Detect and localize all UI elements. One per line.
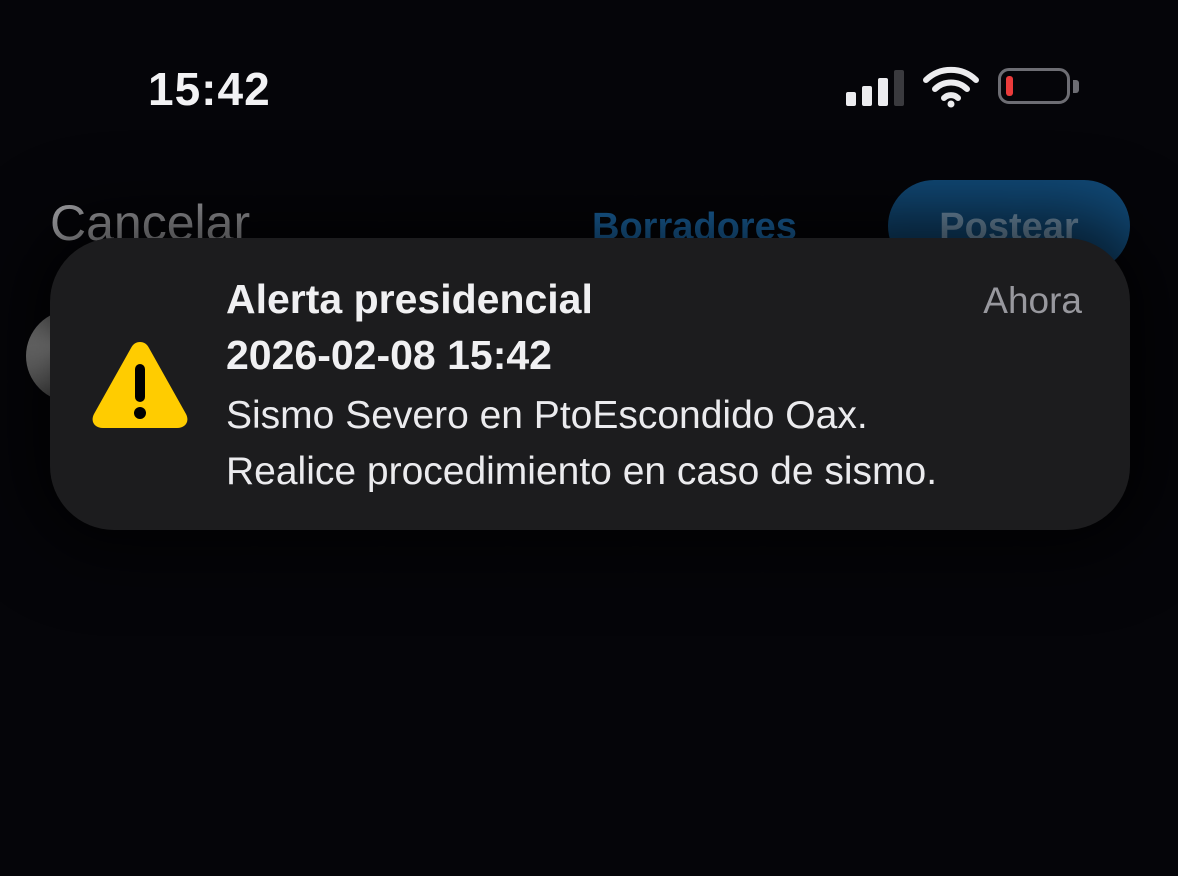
battery-cap [1073, 80, 1079, 93]
battery-icon [998, 68, 1070, 104]
wifi-icon [923, 66, 979, 108]
notification-banner[interactable]: Alerta presidencial Ahora 2026-02-08 15:… [50, 238, 1130, 530]
status-time: 15:42 [148, 63, 271, 115]
cellular-signal-icon [846, 70, 906, 106]
phone-screen: 15:42 Cancelar Borradores Postear Alerta… [0, 0, 1178, 876]
notification-body-line: Sismo Severo en PtoEscondido Oax. [226, 394, 868, 437]
battery-level [1006, 76, 1013, 96]
notification-date: 2026-02-08 15:42 [226, 332, 552, 378]
notification-body-line: Realice procedimiento en caso de sismo. [226, 450, 938, 493]
notification-time: Ahora [983, 280, 1082, 321]
notification-title: Alerta presidencial [226, 276, 593, 322]
notification-body: Sismo Severo en PtoEscondido Oax. Realic… [226, 388, 937, 500]
warning-triangle-icon [92, 342, 188, 428]
